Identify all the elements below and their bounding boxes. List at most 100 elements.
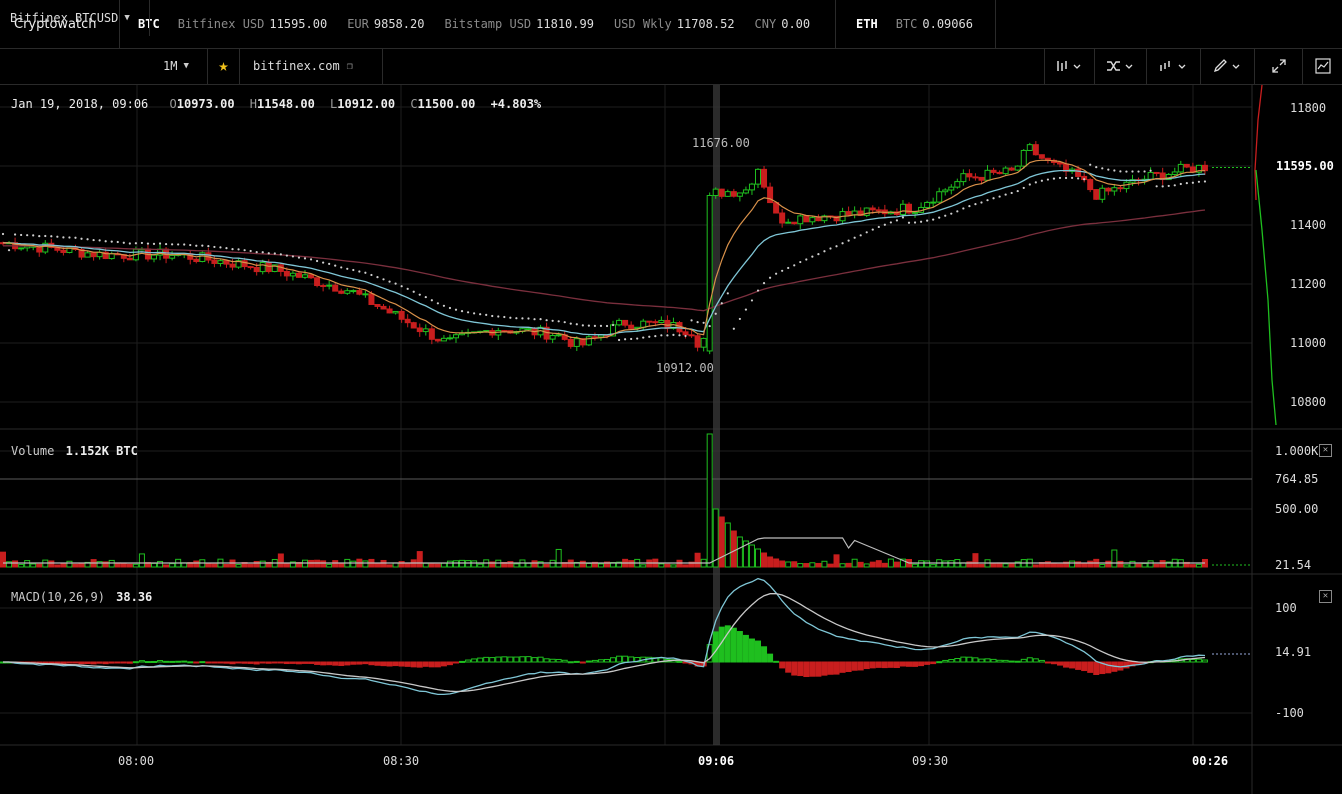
volume-tick: 21.54 (1275, 558, 1312, 572)
macd-histogram-bar (924, 661, 931, 665)
candle-body (84, 252, 91, 258)
sar-dot (817, 252, 820, 256)
macd-histogram-bar (138, 660, 145, 663)
sar-dot (225, 247, 228, 250)
sar-dot (44, 234, 47, 238)
candle-body (259, 262, 266, 273)
candle-body (1002, 167, 1009, 175)
macd-histogram-bar (84, 661, 91, 665)
macd-histogram-bar (217, 661, 224, 664)
candle-body (392, 310, 399, 314)
macd-histogram-bar (887, 661, 894, 668)
macd-histogram-bar (893, 661, 900, 669)
sar-dot (756, 289, 760, 292)
volume-bar (434, 563, 441, 568)
volume-bar (422, 562, 429, 568)
volume-bar (640, 564, 647, 568)
candle-body (374, 304, 381, 307)
macd-histogram-bar (942, 659, 949, 663)
candle-body (217, 260, 224, 264)
candle-body (791, 221, 798, 225)
sar-dot (1, 232, 5, 236)
macd-histogram-bar (199, 661, 206, 664)
volume-bar (24, 560, 31, 568)
sar-dot (527, 317, 530, 320)
volume-bar (1002, 563, 1009, 568)
volume-bar (1050, 563, 1057, 568)
macd-histogram-bar (1063, 661, 1070, 668)
volume-bar (416, 551, 423, 568)
volume-bar (930, 564, 937, 568)
sar-dot (261, 251, 264, 254)
sar-dot (92, 238, 95, 242)
volume-bar (815, 562, 822, 568)
sar-dot (80, 237, 83, 240)
sar-dot (1004, 193, 1007, 196)
macd-histogram-bar (833, 661, 840, 675)
time-tick-crosshair: 09:06 (698, 754, 735, 768)
macd-histogram-bar (1026, 657, 1033, 663)
sar-dot (932, 218, 935, 221)
sar-dot (352, 268, 355, 272)
close-volume-pane-icon[interactable]: ✕ (1319, 444, 1332, 457)
sar-dot (992, 197, 995, 200)
sar-dot (702, 321, 705, 324)
sar-dot (1095, 166, 1098, 169)
sar-dot (334, 264, 337, 267)
sar-dot (1083, 178, 1086, 181)
sar-dot (835, 245, 838, 248)
sar-dot (255, 250, 258, 254)
macd-histogram-bar (326, 661, 333, 666)
candle-body (742, 189, 749, 194)
sar-dot (950, 212, 953, 215)
price-chart-canvas[interactable] (0, 0, 1342, 794)
macd-tick: -100 (1275, 706, 1304, 720)
volume-bar (942, 560, 949, 568)
volume-bar (948, 560, 955, 568)
candle-body (229, 263, 236, 268)
macd-histogram-bar (277, 661, 284, 664)
sar-dot (1143, 170, 1146, 173)
candle-body (930, 201, 937, 204)
sar-dot (32, 234, 35, 237)
sar-dot (243, 249, 246, 252)
sar-dot (86, 238, 89, 241)
macd-histogram-bar (513, 656, 520, 663)
candle-body (845, 211, 852, 216)
macd-histogram-bar (163, 660, 170, 663)
sar-dot (696, 320, 699, 324)
sar-dot (1203, 180, 1207, 183)
macd-histogram-bar (851, 661, 858, 671)
macd-histogram-bar (132, 661, 139, 664)
time-tick-latest: 00:26 (1192, 754, 1229, 768)
macd-histogram-bar (827, 661, 834, 675)
macd-histogram-bar (410, 661, 417, 668)
price-tick: 11200 (1290, 277, 1327, 291)
volume-bar (791, 561, 798, 568)
volume-bar (845, 562, 852, 568)
volume-bar (773, 558, 780, 568)
volume-bar (658, 563, 665, 568)
price-tick: 11400 (1290, 218, 1327, 232)
macd-histogram-bar (320, 661, 327, 666)
volume-bar (990, 563, 997, 568)
sar-dot (503, 315, 506, 319)
macd-histogram-bar (465, 659, 472, 663)
sar-dot (666, 334, 669, 337)
volume-value: 1.152K BTC (65, 444, 138, 458)
macd-histogram-bar (978, 658, 985, 663)
volume-bar (235, 564, 242, 568)
macd-histogram-bar (996, 659, 1003, 663)
sar-dot (678, 334, 681, 337)
sar-dot (569, 322, 572, 325)
macd-histogram-bar (960, 656, 967, 663)
sar-dot (322, 261, 325, 264)
candle-body (398, 310, 405, 320)
macd-histogram-bar (495, 656, 502, 663)
volume-bar (1117, 560, 1124, 568)
sar-dot (648, 335, 651, 338)
volume-bar (736, 536, 743, 568)
sar-dot (738, 317, 741, 321)
sar-dot (907, 221, 911, 224)
close-macd-pane-icon[interactable]: ✕ (1319, 590, 1332, 603)
